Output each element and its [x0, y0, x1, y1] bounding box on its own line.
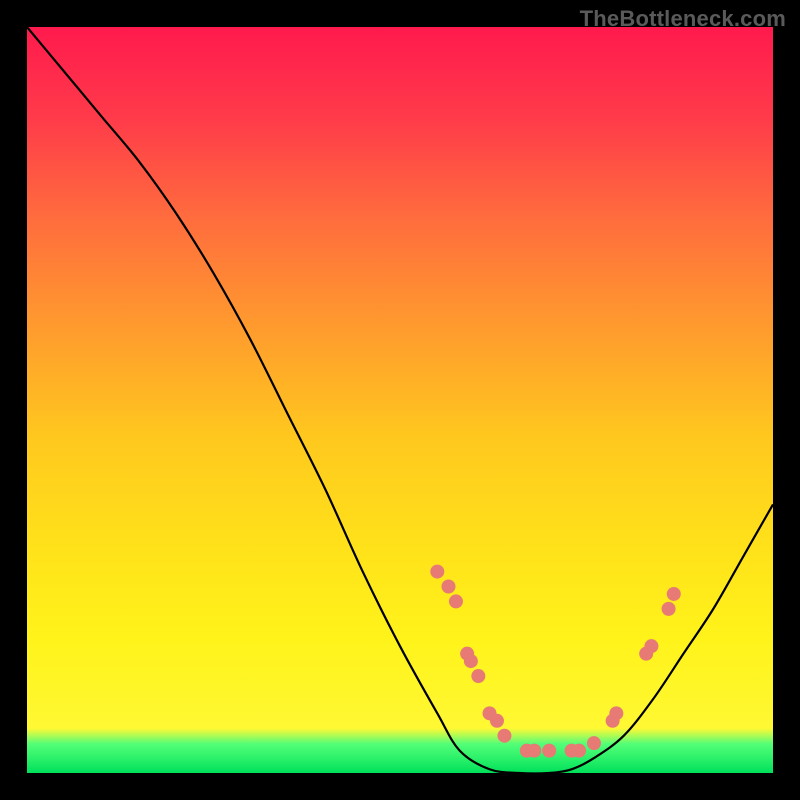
chart-plot-area: [27, 27, 773, 773]
watermark-text: TheBottleneck.com: [580, 6, 786, 32]
gradient-background: [27, 27, 773, 773]
highlight-dot: [497, 729, 511, 743]
highlight-dot: [644, 639, 658, 653]
highlight-dot: [542, 744, 556, 758]
highlight-dot: [667, 587, 681, 601]
highlight-dot: [449, 594, 463, 608]
chart-svg: [27, 27, 773, 773]
highlight-dot: [430, 565, 444, 579]
highlight-dot: [609, 706, 623, 720]
highlight-dot: [527, 744, 541, 758]
green-band: [27, 728, 773, 773]
highlight-dot: [572, 744, 586, 758]
highlight-dot: [490, 714, 504, 728]
highlight-dot: [464, 654, 478, 668]
highlight-dot: [471, 669, 485, 683]
highlight-dot: [441, 580, 455, 594]
highlight-dot: [662, 602, 676, 616]
highlight-dot: [587, 736, 601, 750]
